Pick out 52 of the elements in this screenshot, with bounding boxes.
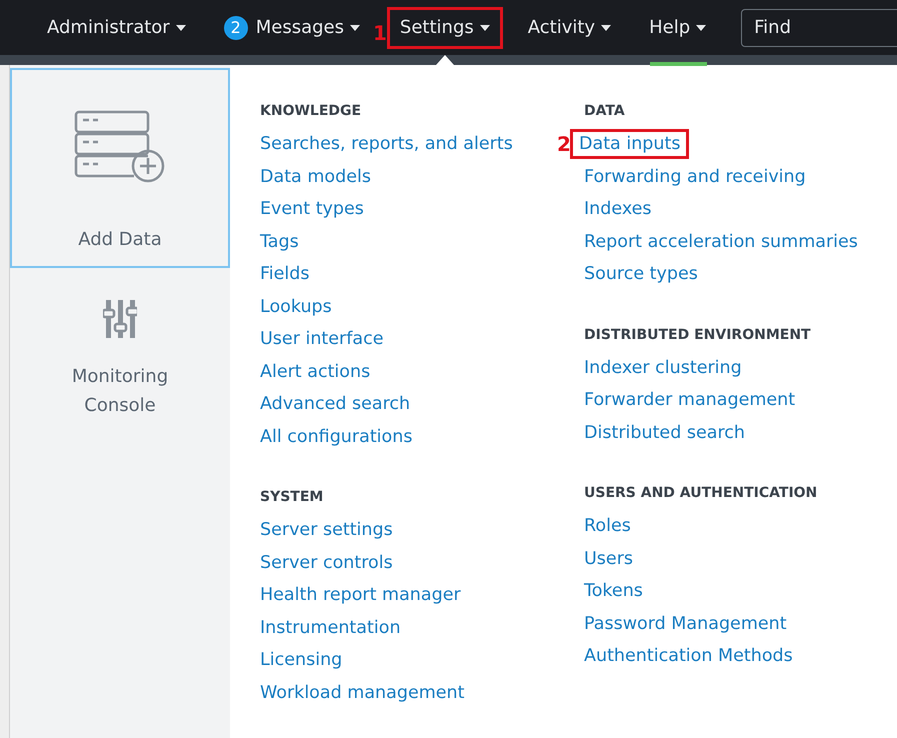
menu-link[interactable]: Workload management (251, 678, 474, 708)
caret-icon (601, 24, 612, 30)
menu-link[interactable]: Report acceleration summaries (575, 226, 867, 257)
menu-link[interactable]: Users (575, 544, 642, 574)
section-heading: DISTRIBUTED ENVIRONMENT (584, 326, 812, 344)
menu-link[interactable]: Indexer clustering (575, 352, 751, 383)
annotation-number: 2 (557, 132, 572, 156)
section-heading: KNOWLEDGE (260, 103, 362, 121)
menu-link[interactable]: Server settings (251, 515, 402, 546)
caret-icon (176, 24, 186, 30)
menu-link[interactable]: Distributed search (575, 418, 754, 448)
menu-link[interactable]: Alert actions (251, 356, 380, 387)
menu-link[interactable]: Tokens (575, 576, 652, 606)
server-add-icon (74, 110, 166, 185)
count-badge: 2 (224, 16, 248, 40)
menu-link[interactable]: Advanced search (251, 389, 420, 420)
menu-link[interactable]: Data models (251, 162, 380, 192)
menu-link[interactable]: Health report manager (251, 580, 470, 610)
menu-link[interactable]: Authentication Methods (575, 641, 802, 672)
shortcut-tile[interactable]: Add Data (10, 68, 230, 268)
menu-link[interactable]: Roles (575, 511, 640, 542)
menu-link[interactable]: Forwarder management (575, 385, 804, 416)
menu-link[interactable]: Indexes (575, 194, 661, 224)
nav-menu-button[interactable]: Activity (514, 6, 624, 48)
nav-menu-button[interactable]: 2 Messages (210, 6, 373, 48)
menu-link[interactable]: Lookups (251, 292, 341, 322)
section-heading: SYSTEM (260, 489, 324, 507)
annotation-number: 1 (373, 22, 387, 42)
menu-link[interactable]: Source types (575, 259, 707, 290)
sliders-icon (103, 300, 137, 338)
nav-menu-button[interactable]: Help (636, 6, 720, 48)
menu-link[interactable]: Instrumentation (251, 612, 410, 643)
menu-link[interactable]: Server controls (251, 548, 402, 578)
nav-menu-button[interactable]: Settings (386, 6, 503, 48)
menu-link[interactable]: Forwarding and receiving (575, 162, 815, 192)
menu-link[interactable]: Tags (251, 226, 308, 257)
menu-link[interactable]: Event types (251, 194, 373, 224)
menu-link[interactable]: Data inputs (570, 129, 690, 160)
nav-menu-button[interactable]: Administrator (34, 6, 199, 48)
caret-icon (480, 24, 490, 30)
menu-link[interactable]: Searches, reports, and alerts (251, 129, 522, 160)
menu-link[interactable]: User interface (251, 324, 392, 354)
caret-icon (350, 24, 360, 30)
menu-link[interactable]: Password Management (575, 608, 796, 639)
shortcut-tile[interactable]: Monitoring Console (10, 298, 230, 422)
menu-link[interactable]: Licensing (251, 645, 352, 676)
caret-icon (696, 24, 706, 30)
section-heading: DATA (584, 103, 626, 121)
menu-link[interactable]: All configurations (251, 422, 422, 452)
menu-link[interactable]: Fields (251, 259, 319, 290)
section-heading: USERS AND AUTHENTICATION (584, 485, 818, 503)
search-field[interactable]: Find (741, 8, 897, 46)
